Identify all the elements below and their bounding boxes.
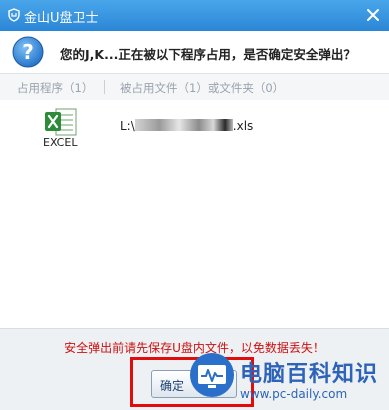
question-header: ? 您的J,K...正在被以下程序占用，是否确定安全弹出？	[0, 31, 389, 73]
usb-shield-icon	[8, 8, 20, 22]
question-icon: ?	[12, 36, 44, 68]
program-name: EXCEL	[43, 136, 78, 149]
svg-text:?: ?	[22, 40, 34, 64]
watermark-monitor-icon	[190, 353, 234, 397]
file-path: L:\ .xls	[120, 119, 253, 133]
window-title: 金山U盘卫士	[24, 11, 99, 26]
excel-icon	[45, 108, 77, 136]
watermark-url: www.pc-daily.com	[240, 387, 348, 401]
program-list: EXCEL L:\ .xls	[0, 100, 389, 328]
file-path-prefix: L:\	[120, 119, 135, 133]
question-text: 您的J,K...正在被以下程序占用，是否确定安全弹出？	[60, 47, 356, 62]
tab-programs[interactable]: 占用程序（1）	[17, 80, 93, 96]
close-icon[interactable]	[363, 5, 383, 25]
title-bar: 金山U盘卫士	[0, 0, 389, 31]
tab-divider	[104, 80, 105, 94]
tab-bar: 占用程序（1） 被占用文件（1）或文件夹（0）	[0, 73, 389, 101]
file-path-suffix: .xls	[232, 119, 254, 133]
watermark-title: 电脑百科知识	[240, 362, 379, 387]
redacted-filename	[134, 119, 233, 131]
tab-files[interactable]: 被占用文件（1）或文件夹（0）	[120, 80, 284, 96]
